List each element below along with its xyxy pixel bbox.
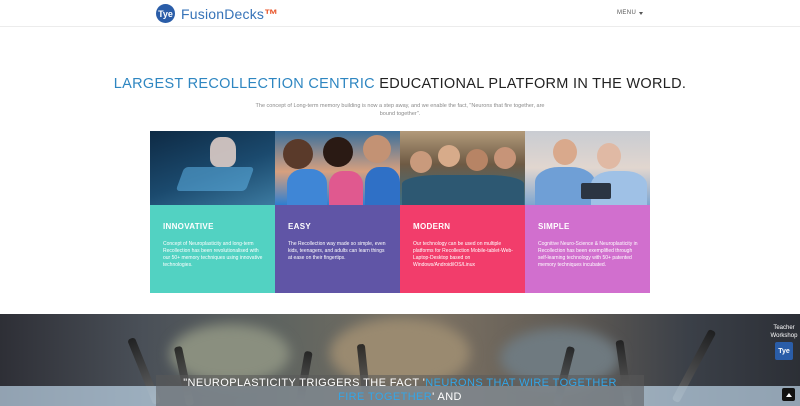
workshop-label: Teacher Workshop: [770, 325, 798, 339]
quote-start: "NEUROPLASTICITY TRIGGERS THE FACT ': [183, 377, 426, 389]
card-body: EASY The Recollection way made so simple…: [275, 205, 400, 293]
brand-text: FusionDecks: [181, 5, 265, 22]
teacher-workshop-link[interactable]: Teacher Workshop Tye: [768, 324, 800, 360]
card-title: EASY: [288, 222, 311, 231]
kids-photo: [275, 131, 400, 205]
card-title: MODERN: [413, 222, 451, 231]
men-with-tablet-photo: [525, 131, 650, 205]
card-text: Our technology can be used on multiple p…: [413, 241, 513, 268]
banner-quote: "NEUROPLASTICITY TRIGGERS THE FACT 'NEUR…: [160, 376, 640, 404]
card-body: INNOVATIVE Concept of Neuroplasticity an…: [150, 205, 275, 293]
quote-end: ' AND: [432, 391, 462, 403]
card-body: SIMPLE Cognitive Neuro-Science & Neuropl…: [525, 205, 650, 293]
feature-card-easy[interactable]: EASY The Recollection way made so simple…: [275, 131, 400, 293]
brand-logo[interactable]: Tye FusionDecks™: [156, 4, 278, 23]
quote-highlight-2: FIRE TOGETHER: [338, 391, 433, 403]
feature-card-innovative[interactable]: INNOVATIVE Concept of Neuroplasticity an…: [150, 131, 275, 293]
headline-subtext: The concept of Long-term memory building…: [255, 103, 545, 117]
card-text: Concept of Neuroplasticity and long-term…: [163, 241, 263, 268]
feature-card-simple[interactable]: SIMPLE Cognitive Neuro-Science & Neuropl…: [525, 131, 650, 293]
friends-photo: [400, 131, 525, 205]
headline-rest: EDUCATIONAL PLATFORM IN THE WORLD.: [374, 76, 687, 92]
logo-mark-icon: Tye: [156, 4, 175, 23]
menu-dropdown-button[interactable]: MENU: [617, 10, 644, 16]
feature-card-modern[interactable]: MODERN Our technology can be used on mul…: [400, 131, 525, 293]
quote-highlight: NEURONS THAT WIRE TOGETHER: [425, 377, 617, 389]
scroll-to-top-button[interactable]: [782, 388, 795, 401]
feature-cards: INNOVATIVE Concept of Neuroplasticity an…: [150, 131, 650, 293]
card-title: INNOVATIVE: [163, 222, 214, 231]
brand-name: FusionDecks™: [181, 6, 278, 22]
card-text: Cognitive Neuro-Science & Neuroplasticit…: [538, 241, 638, 268]
page-headline: LARGEST RECOLLECTION CENTRIC EDUCATIONAL…: [0, 76, 800, 92]
tablet-touch-photo: [150, 131, 275, 205]
card-title: SIMPLE: [538, 222, 570, 231]
menu-label: MENU: [617, 10, 637, 16]
trademark-symbol: ™: [264, 5, 279, 22]
workshop-logo-icon: Tye: [775, 342, 793, 360]
card-text: The Recollection way made so simple, eve…: [288, 241, 386, 261]
card-body: MODERN Our technology can be used on mul…: [400, 205, 525, 293]
headline-accent: LARGEST RECOLLECTION CENTRIC: [113, 76, 375, 92]
caret-down-icon: [639, 11, 644, 15]
arrow-up-icon: [785, 392, 792, 397]
top-navbar: Tye FusionDecks™ MENU: [0, 0, 800, 27]
